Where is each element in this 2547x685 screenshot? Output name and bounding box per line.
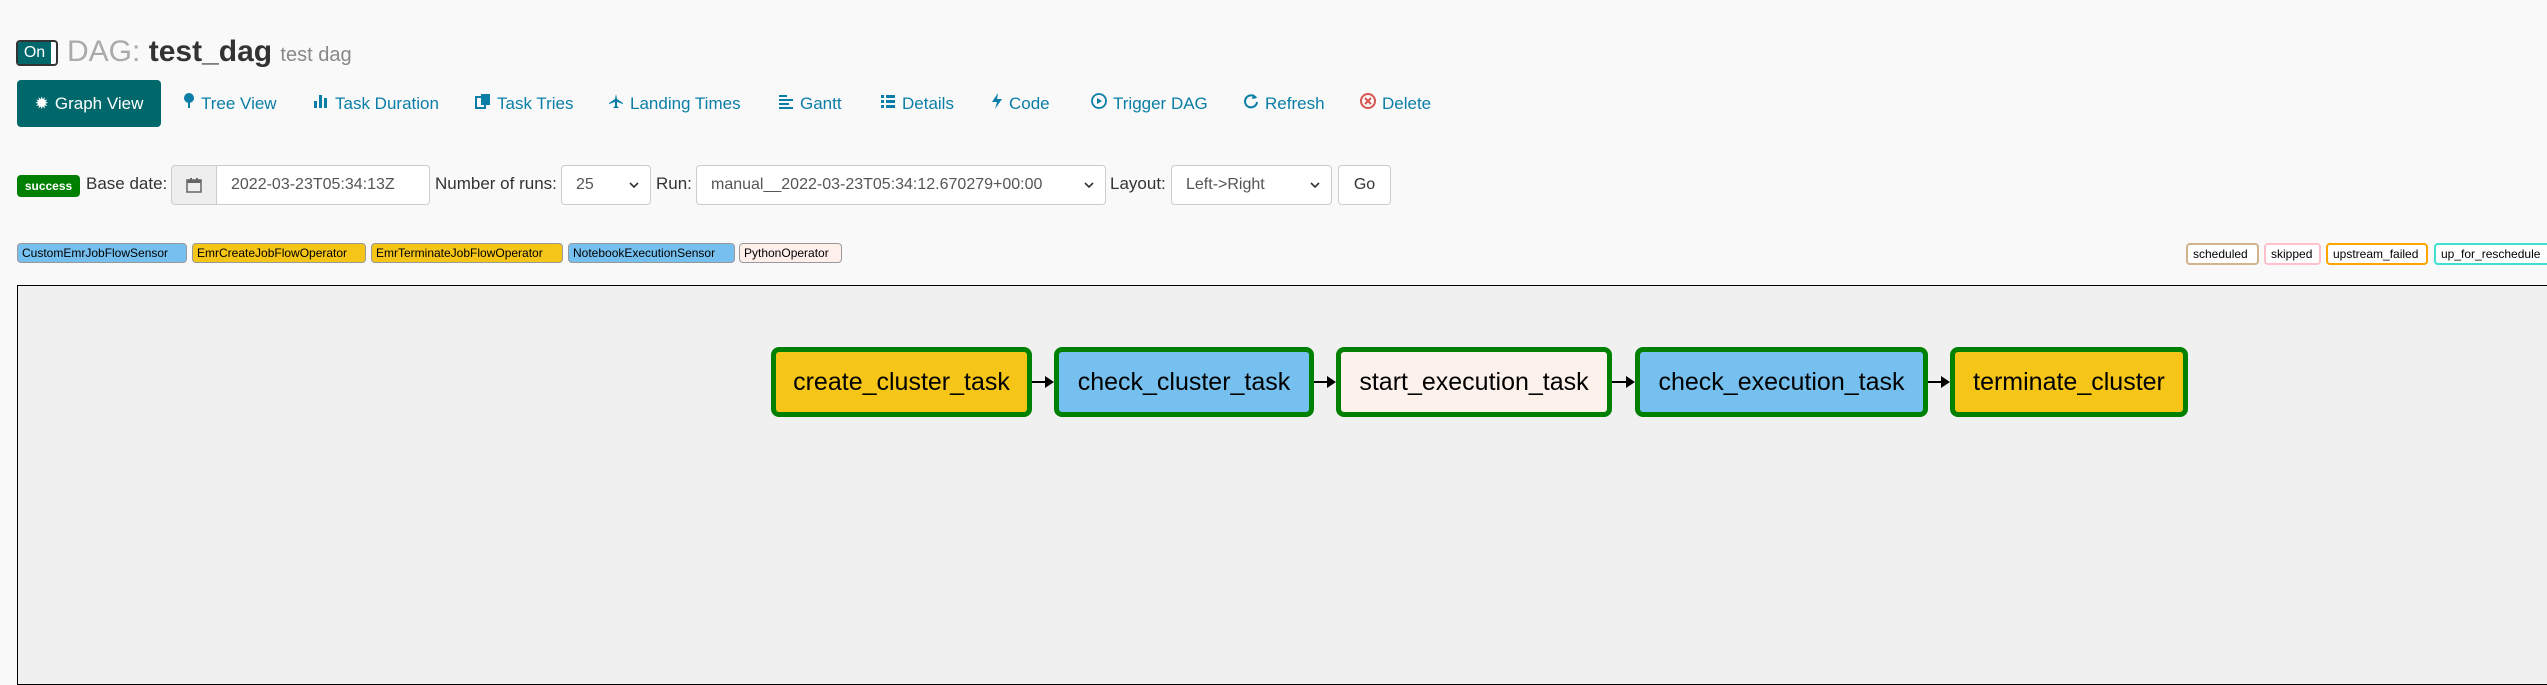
base-date-input[interactable]: 2022-03-23T05:34:13Z (216, 165, 430, 205)
chevron-down-icon (628, 178, 640, 196)
dag-label: DAG: (67, 35, 141, 68)
refresh-icon (1243, 93, 1259, 114)
dag-description: test dag (280, 44, 352, 66)
go-button[interactable]: Go (1338, 165, 1391, 205)
operator-legend-item: PythonOperator (739, 243, 842, 263)
tab-label: Trigger DAG (1113, 93, 1208, 113)
chevron-down-icon (1083, 178, 1095, 196)
tab-label: Task Tries (497, 93, 574, 113)
num-runs-value: 25 (576, 176, 594, 193)
layout-label: Layout: (1110, 174, 1166, 193)
num-runs-select[interactable]: 25 (561, 165, 651, 205)
play-circle-icon (1091, 93, 1107, 114)
dependency-edge (1928, 381, 1941, 383)
dependency-edge (1314, 381, 1327, 383)
tab-label: Graph View (54, 93, 144, 113)
tab-trigger-dag[interactable]: Trigger DAG (1091, 80, 1208, 127)
state-legend-item: upstream_failed (2326, 243, 2428, 265)
dag-pause-toggle[interactable]: On (16, 40, 58, 66)
tab-task-duration[interactable]: Task Duration (313, 80, 439, 127)
dag-id: test_dag (148, 35, 273, 68)
tab-label: Task Duration (335, 93, 439, 113)
operator-legend-item: EmrCreateJobFlowOperator (192, 243, 366, 263)
run-label: Run: (656, 174, 692, 193)
tree-icon (183, 93, 195, 114)
dependency-edge (1032, 381, 1045, 383)
layout-value: Left->Right (1186, 176, 1265, 193)
state-legend-item: up_for_reschedule (2434, 243, 2547, 265)
delete-icon (1360, 93, 1376, 114)
tab-code[interactable]: Code (991, 80, 1050, 127)
tab-tree-view[interactable]: Tree View (183, 80, 277, 127)
operator-legend-item: NotebookExecutionSensor (568, 243, 735, 263)
num-runs-label: Number of runs: (435, 174, 557, 193)
tab-landing-times[interactable]: Landing Times (608, 80, 741, 127)
calendar-icon[interactable] (171, 165, 217, 205)
status-badge: success (17, 175, 80, 197)
graph-canvas[interactable] (17, 285, 2547, 685)
run-select[interactable]: manual__2022-03-23T05:34:12.670279+00:00 (696, 165, 1106, 205)
list-icon (880, 93, 896, 114)
tab-label: Gantt (800, 93, 842, 113)
edge-arrowhead (1045, 376, 1054, 388)
toggle-label: On (18, 42, 51, 64)
tab-label: Details (902, 93, 954, 113)
state-legend-item: skipped (2264, 243, 2321, 265)
tab-label: Code (1009, 93, 1050, 113)
edge-arrowhead (1626, 376, 1635, 388)
page-title: DAG: test_dag test dag (67, 32, 352, 75)
tab-delete[interactable]: Delete (1360, 80, 1431, 127)
base-date-label: Base date: (86, 174, 168, 193)
layout-select[interactable]: Left->Right (1171, 165, 1332, 205)
tab-gantt[interactable]: Gantt (778, 80, 842, 127)
task-node[interactable]: check_execution_task (1635, 347, 1928, 417)
dependency-edge (1612, 381, 1626, 383)
run-value: manual__2022-03-23T05:34:12.670279+00:00 (711, 176, 1043, 193)
tab-details[interactable]: Details (880, 80, 954, 127)
gear-icon: ✹ (34, 93, 49, 113)
tab-label: Landing Times (630, 93, 741, 113)
operator-legend-item: EmrTerminateJobFlowOperator (371, 243, 563, 263)
task-node[interactable]: terminate_cluster (1950, 347, 2188, 417)
flash-icon (991, 93, 1003, 114)
copy-icon (475, 93, 491, 114)
tab-refresh[interactable]: Refresh (1243, 80, 1325, 127)
task-node[interactable]: create_cluster_task (771, 347, 1032, 417)
tab-label: Refresh (1265, 93, 1325, 113)
tab-graph-view[interactable]: ✹ Graph View (17, 80, 161, 127)
plane-icon (608, 93, 624, 114)
task-node[interactable]: start_execution_task (1336, 347, 1612, 417)
task-node[interactable]: check_cluster_task (1054, 347, 1314, 417)
tab-label: Delete (1382, 93, 1432, 113)
state-legend-item: scheduled (2186, 243, 2259, 265)
edge-arrowhead (1327, 376, 1336, 388)
operator-legend-item: CustomEmrJobFlowSensor (17, 243, 187, 263)
tab-label: Tree View (201, 93, 277, 113)
align-left-icon (778, 93, 794, 114)
chevron-down-icon (1309, 178, 1321, 196)
tab-task-tries[interactable]: Task Tries (475, 80, 574, 127)
edge-arrowhead (1941, 376, 1950, 388)
bar-chart-icon (313, 93, 329, 114)
